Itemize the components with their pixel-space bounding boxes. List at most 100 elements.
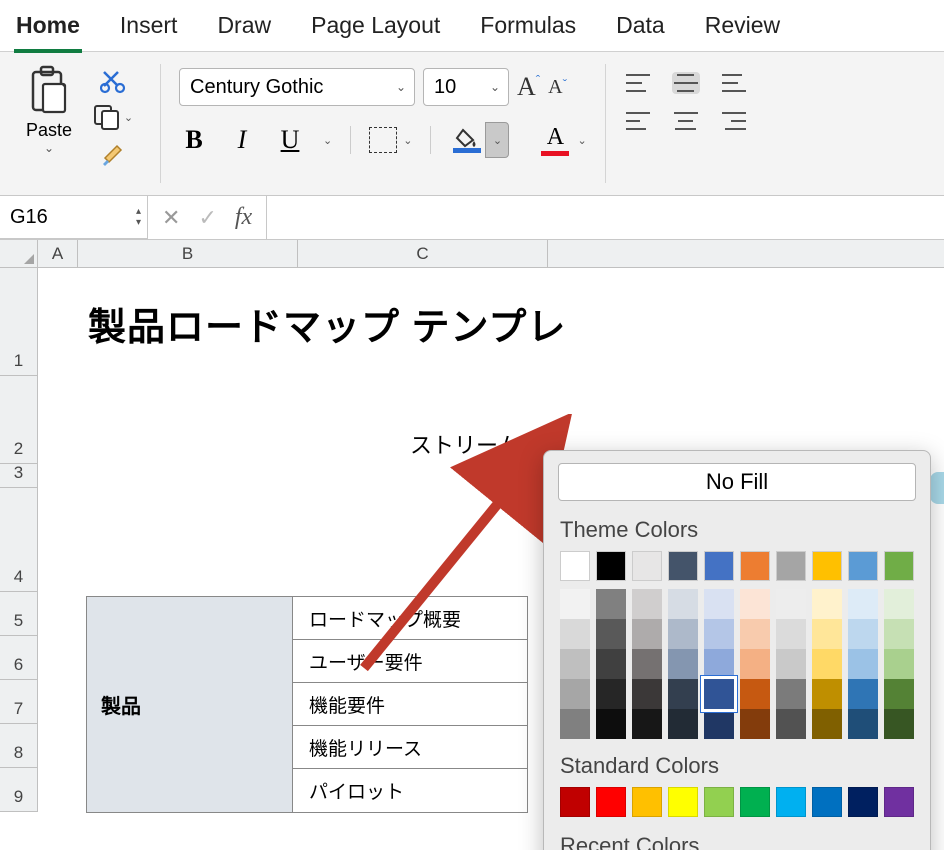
color-swatch[interactable] — [596, 787, 626, 817]
product-header-cell[interactable]: 製品 — [87, 597, 293, 812]
color-swatch[interactable] — [812, 787, 842, 817]
color-swatch[interactable] — [776, 709, 806, 739]
color-swatch[interactable] — [560, 551, 590, 581]
color-swatch[interactable] — [668, 589, 698, 619]
color-swatch[interactable] — [776, 679, 806, 709]
column-header[interactable]: C — [298, 240, 548, 267]
chevron-down-icon[interactable]: ⌄ — [323, 134, 332, 147]
color-swatch[interactable] — [668, 679, 698, 709]
color-swatch[interactable] — [848, 679, 878, 709]
chevron-down-icon[interactable]: ⌄ — [577, 134, 586, 147]
column-header[interactable]: B — [78, 240, 298, 267]
fill-color-dropdown[interactable]: ⌄ — [485, 122, 509, 158]
color-swatch[interactable] — [848, 787, 878, 817]
formula-input[interactable] — [266, 196, 944, 239]
chevron-down-icon[interactable]: ⌄ — [44, 141, 54, 155]
color-swatch[interactable] — [776, 589, 806, 619]
color-swatch[interactable] — [740, 709, 770, 739]
color-swatch[interactable] — [884, 787, 914, 817]
color-swatch[interactable] — [560, 787, 590, 817]
color-swatch[interactable] — [848, 619, 878, 649]
align-left-button[interactable] — [624, 110, 652, 132]
font-size-select[interactable]: 10⌄ — [423, 68, 509, 106]
color-swatch[interactable] — [848, 589, 878, 619]
decrease-font-button[interactable]: Aˇ — [548, 76, 567, 99]
color-swatch[interactable] — [668, 709, 698, 739]
color-swatch[interactable] — [848, 551, 878, 581]
color-swatch[interactable] — [668, 787, 698, 817]
color-swatch[interactable] — [632, 589, 662, 619]
color-swatch[interactable] — [884, 589, 914, 619]
fx-icon[interactable]: fx — [235, 204, 252, 231]
color-swatch[interactable] — [884, 709, 914, 739]
row-header[interactable]: 8 — [0, 724, 37, 768]
ribbon-tab-insert[interactable]: Insert — [118, 8, 180, 49]
font-color-button[interactable]: A — [537, 124, 573, 156]
color-swatch[interactable] — [596, 551, 626, 581]
color-swatch[interactable] — [740, 619, 770, 649]
font-name-select[interactable]: Century Gothic⌄ — [179, 68, 415, 106]
color-swatch[interactable] — [632, 551, 662, 581]
color-swatch[interactable] — [704, 679, 734, 709]
ribbon-tab-draw[interactable]: Draw — [215, 8, 273, 49]
color-swatch[interactable] — [632, 679, 662, 709]
ribbon-tab-data[interactable]: Data — [614, 8, 667, 49]
color-swatch[interactable] — [740, 679, 770, 709]
color-swatch[interactable] — [884, 619, 914, 649]
row-header[interactable]: 1 — [0, 268, 37, 376]
color-swatch[interactable] — [632, 649, 662, 679]
color-swatch[interactable] — [560, 649, 590, 679]
color-swatch[interactable] — [740, 649, 770, 679]
color-swatch[interactable] — [632, 709, 662, 739]
column-header[interactable]: A — [38, 240, 78, 267]
row-header[interactable]: 6 — [0, 636, 37, 680]
color-swatch[interactable] — [704, 589, 734, 619]
format-painter-button[interactable] — [99, 140, 127, 168]
borders-button[interactable]: ⌄ — [369, 127, 412, 153]
color-swatch[interactable] — [776, 619, 806, 649]
color-swatch[interactable] — [596, 679, 626, 709]
color-swatch[interactable] — [704, 551, 734, 581]
color-swatch[interactable] — [740, 787, 770, 817]
ribbon-tab-formulas[interactable]: Formulas — [478, 8, 578, 49]
cancel-icon[interactable]: ✕ — [162, 205, 180, 231]
color-swatch[interactable] — [884, 679, 914, 709]
color-swatch[interactable] — [812, 589, 842, 619]
underline-button[interactable]: U — [275, 125, 305, 155]
row-header[interactable]: 2 — [0, 376, 37, 464]
color-swatch[interactable] — [776, 551, 806, 581]
align-center-button[interactable] — [672, 110, 700, 132]
color-swatch[interactable] — [848, 649, 878, 679]
color-swatch[interactable] — [596, 649, 626, 679]
align-right-button[interactable] — [720, 110, 748, 132]
color-swatch[interactable] — [704, 619, 734, 649]
color-swatch[interactable] — [560, 619, 590, 649]
copy-button[interactable]: ⌄ — [93, 104, 133, 130]
color-swatch[interactable] — [740, 551, 770, 581]
fill-color-button[interactable] — [449, 122, 485, 158]
color-swatch[interactable] — [848, 709, 878, 739]
ribbon-tab-review[interactable]: Review — [703, 8, 782, 49]
color-swatch[interactable] — [668, 619, 698, 649]
color-swatch[interactable] — [596, 709, 626, 739]
table-row[interactable]: ロードマップ概要 — [293, 597, 527, 640]
color-swatch[interactable] — [812, 649, 842, 679]
color-swatch[interactable] — [776, 649, 806, 679]
align-middle-button[interactable] — [672, 72, 700, 94]
color-swatch[interactable] — [632, 619, 662, 649]
color-swatch[interactable] — [776, 787, 806, 817]
ribbon-tab-page-layout[interactable]: Page Layout — [309, 8, 442, 49]
align-bottom-button[interactable] — [720, 72, 748, 94]
color-swatch[interactable] — [632, 787, 662, 817]
italic-button[interactable]: I — [227, 125, 257, 155]
row-header[interactable]: 3 — [0, 464, 37, 488]
color-swatch[interactable] — [740, 589, 770, 619]
row-header[interactable]: 5 — [0, 592, 37, 636]
name-box[interactable]: G16 ▴▾ — [0, 196, 148, 239]
color-swatch[interactable] — [560, 679, 590, 709]
color-swatch[interactable] — [812, 619, 842, 649]
table-row[interactable]: 機能リリース — [293, 726, 527, 769]
color-swatch[interactable] — [560, 589, 590, 619]
color-swatch[interactable] — [812, 679, 842, 709]
color-swatch[interactable] — [596, 589, 626, 619]
